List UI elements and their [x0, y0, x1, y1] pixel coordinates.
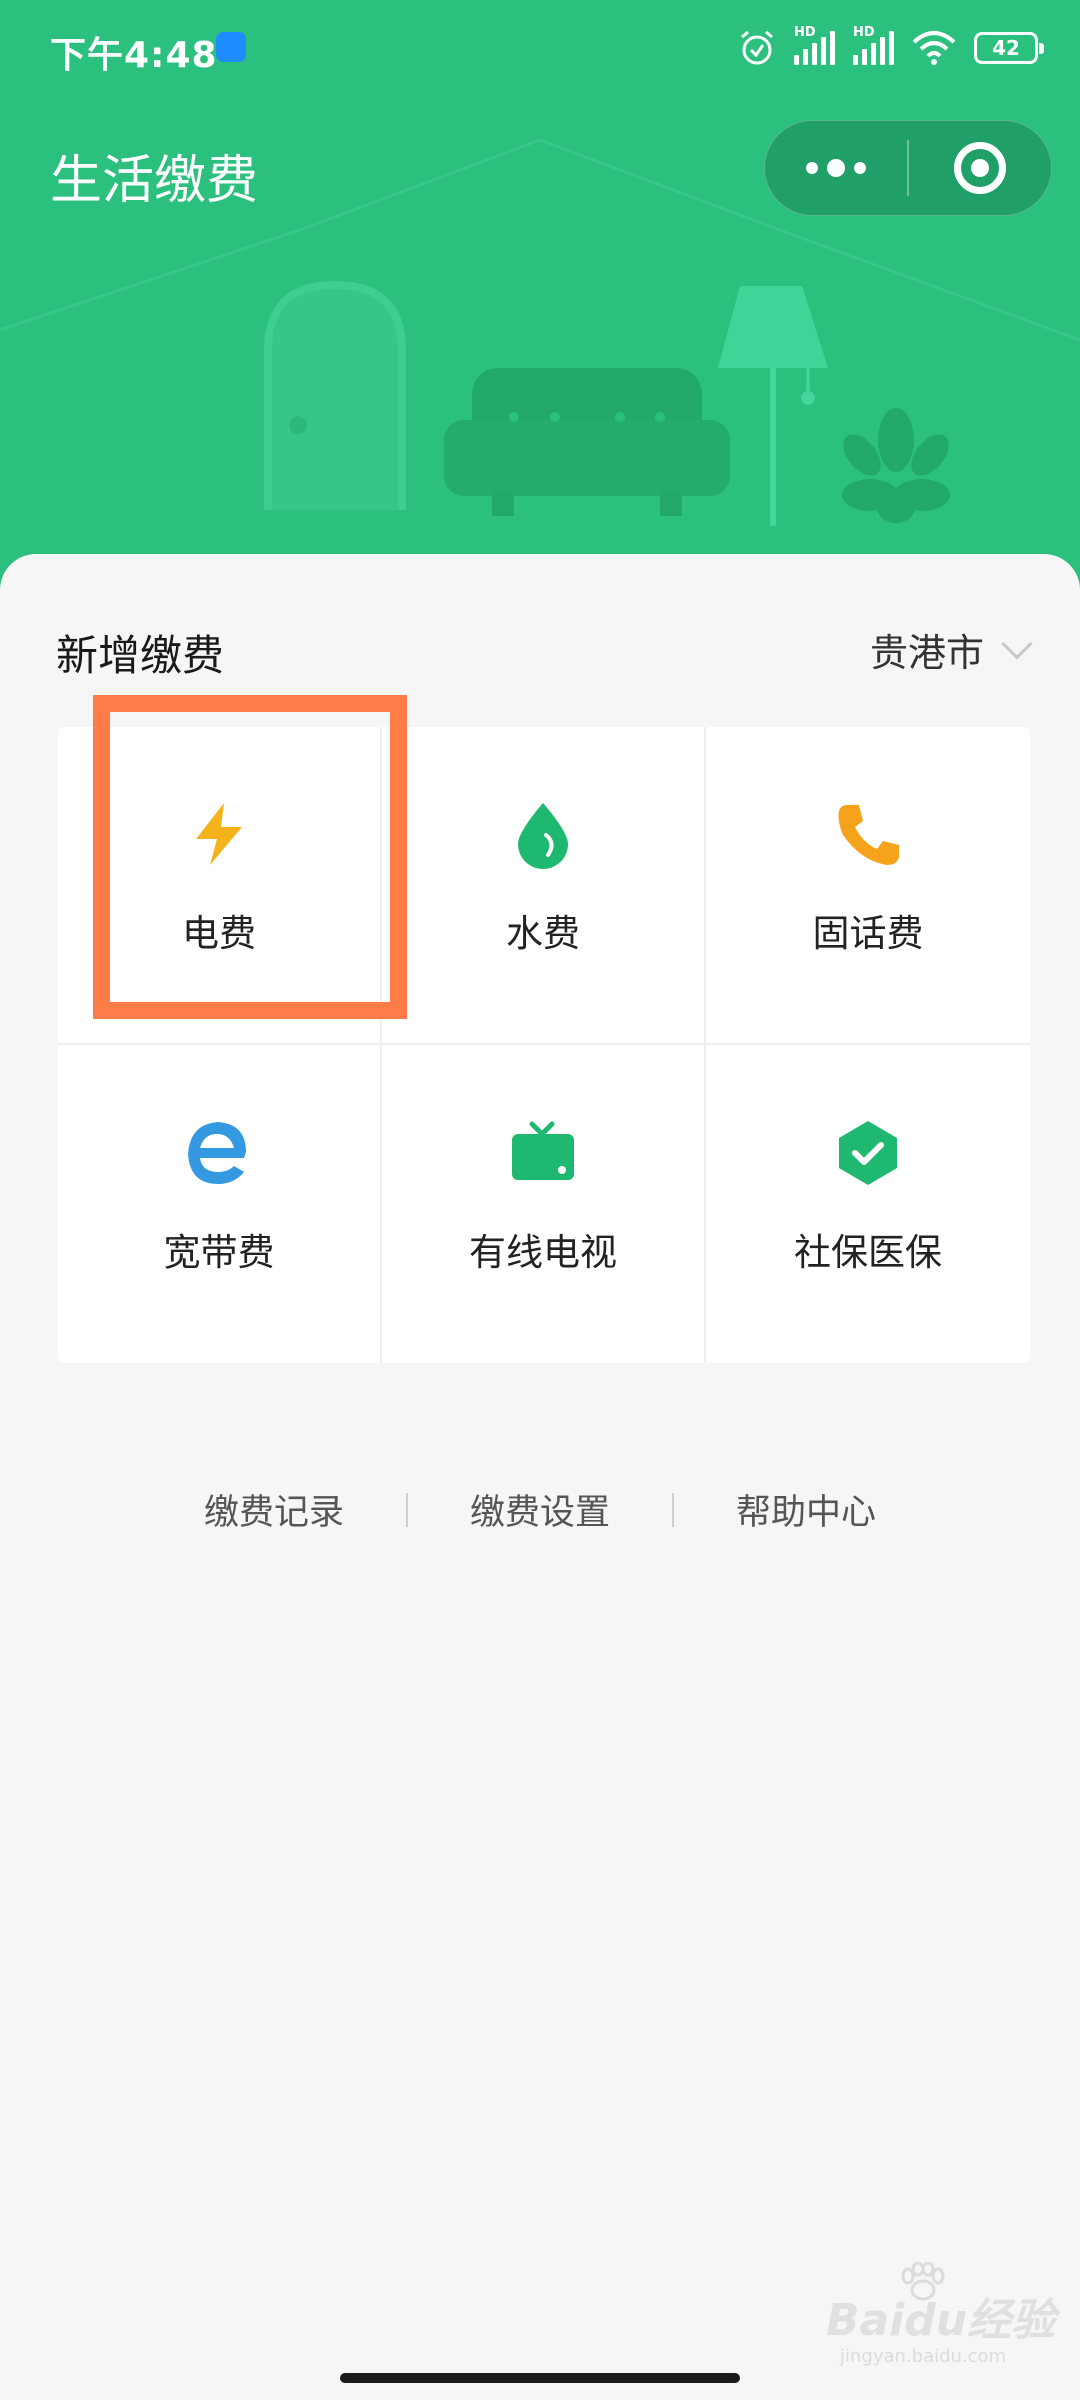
bottom-links: 缴费记录 缴费设置 帮助中心 [0, 1484, 1080, 1535]
section-title: 新增缴费 [56, 631, 225, 680]
lightning-icon [196, 803, 242, 865]
watermark-url: jingyan.baidu.com [840, 2346, 1007, 2367]
water-drop-icon [518, 803, 568, 869]
service-label: 电费 [182, 912, 256, 955]
mini-program-capsule [764, 120, 1052, 216]
battery-level: 42 [992, 36, 1020, 60]
signal-2-icon: HD [853, 25, 894, 65]
service-landline[interactable]: 固话费 [706, 727, 1030, 1045]
tv-icon [512, 1121, 574, 1180]
payment-settings-link[interactable]: 缴费设置 [408, 1484, 672, 1535]
page-title: 生活缴费 [50, 151, 259, 211]
signal-1-icon: HD [794, 25, 835, 65]
service-label: 有线电视 [469, 1231, 617, 1274]
service-label: 宽带费 [163, 1231, 275, 1274]
more-dots-icon[interactable] [765, 120, 907, 216]
status-bar: 下午4:48 HD HD 42 [0, 0, 1080, 96]
help-center-link[interactable]: 帮助中心 [674, 1484, 938, 1535]
home-indicator[interactable] [340, 2373, 740, 2383]
battery-icon: 42 [974, 32, 1044, 64]
watermark-text: Baidu经验 [826, 2295, 1056, 2346]
wifi-icon [912, 31, 956, 65]
header: 下午4:48 HD HD 42 生活缴费 [0, 0, 1080, 600]
service-label: 固话费 [812, 912, 924, 955]
main-card: 新增缴费 贵港市 电费 水费 固话费 宽带费 有线电视 社保医保 缴费记录 缴费… [0, 554, 1080, 2400]
service-label: 水费 [506, 912, 580, 955]
alarm-icon [741, 30, 773, 65]
mini-program-close-icon[interactable] [909, 120, 1051, 216]
service-electricity[interactable]: 电费 [58, 727, 382, 1045]
status-icons: HD HD 42 [738, 25, 1044, 68]
payment-records-link[interactable]: 缴费记录 [142, 1484, 406, 1535]
city-selector[interactable]: 贵港市 [869, 622, 1033, 677]
baidu-watermark: Baidu经验 jingyan.baidu.com [826, 2262, 1056, 2370]
service-grid: 电费 水费 固话费 宽带费 有线电视 社保医保 [58, 727, 1030, 1363]
city-label: 贵港市 [869, 631, 984, 675]
broadband-e-icon [188, 1122, 246, 1184]
phone-icon [838, 805, 899, 865]
service-label: 社保医保 [794, 1231, 942, 1274]
service-water[interactable]: 水费 [382, 727, 706, 1045]
service-cable-tv[interactable]: 有线电视 [382, 1045, 706, 1363]
service-social-insurance[interactable]: 社保医保 [706, 1045, 1030, 1363]
status-time: 下午4:48 [50, 35, 218, 76]
notification-app-icon [216, 32, 246, 62]
shield-check-icon [839, 1121, 897, 1185]
service-broadband[interactable]: 宽带费 [58, 1045, 382, 1363]
chevron-down-icon [1001, 627, 1033, 660]
